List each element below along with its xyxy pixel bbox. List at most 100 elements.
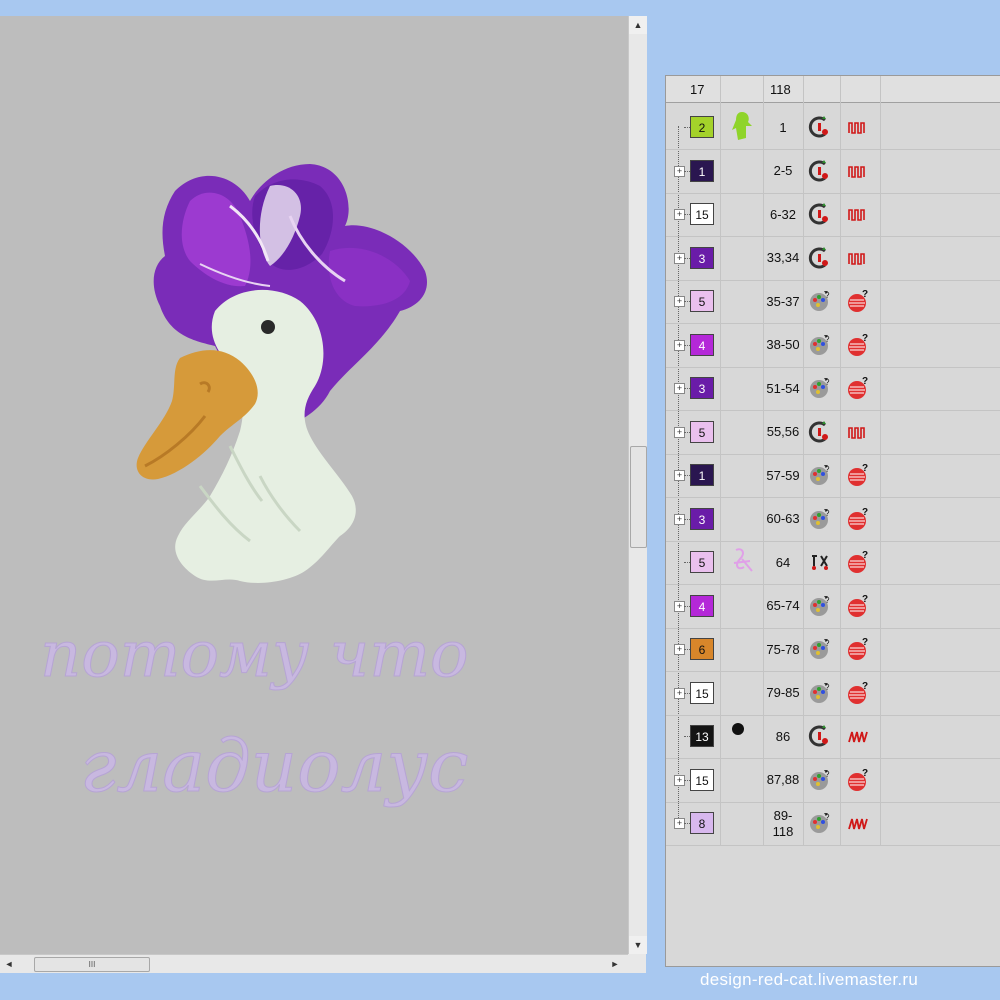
fill-palette-icon[interactable]: ?	[808, 637, 832, 661]
object-list-panel[interactable]: 17 118 2 1 +1 2-5 +15 6-32 +3 33,34 +5 35-37?? +4 3…	[665, 75, 1000, 967]
object-range: 64	[775, 554, 791, 570]
object-row[interactable]: +6 75-78??	[666, 628, 1000, 672]
header-color-count: 17	[690, 82, 705, 97]
satin-ball-icon[interactable]: ?	[846, 681, 870, 705]
outline-stitch-icon[interactable]	[808, 246, 832, 270]
color-swatch[interactable]: 15	[690, 768, 714, 791]
running-stitch-icon[interactable]	[846, 202, 870, 226]
satin-ball-icon[interactable]: ?	[846, 376, 870, 400]
satin-ball-icon[interactable]: ?	[846, 289, 870, 313]
outline-stitch-icon[interactable]	[808, 115, 832, 139]
object-range: 60-63	[766, 511, 800, 526]
zigzag-stitch-icon[interactable]	[846, 724, 870, 748]
scroll-corner	[628, 954, 646, 972]
color-swatch[interactable]: 15	[690, 203, 714, 225]
outline-stitch-icon[interactable]	[808, 159, 832, 183]
svg-text:?: ?	[825, 378, 830, 387]
scroll-right-button[interactable]: ►	[606, 955, 624, 973]
object-row[interactable]: +3 51-54??	[666, 367, 1000, 411]
object-row[interactable]: +4 65-74??	[666, 585, 1000, 629]
svg-text:?: ?	[862, 507, 868, 518]
embroidered-text: потому что гладиолус	[40, 618, 470, 809]
object-row[interactable]: 13 86	[666, 715, 1000, 759]
color-swatch[interactable]: 5	[690, 420, 714, 443]
object-row[interactable]: +5 55,56	[666, 411, 1000, 455]
object-row[interactable]: 21	[666, 106, 1000, 150]
color-swatch[interactable]: 1	[690, 464, 714, 486]
object-row[interactable]: +3 33,34	[666, 237, 1000, 281]
vertical-scrollbar[interactable]: ▲ ▼	[628, 16, 647, 954]
zigzag-stitch-icon[interactable]	[846, 811, 870, 835]
fill-palette-icon[interactable]: ?	[808, 376, 832, 400]
object-range: 6-32	[769, 206, 797, 222]
object-row[interactable]: +1 2-5	[666, 150, 1000, 194]
fill-palette-icon[interactable]: ?	[808, 463, 832, 487]
scroll-up-button[interactable]: ▲	[629, 16, 647, 34]
color-swatch[interactable]: 4	[690, 333, 714, 356]
svg-text:?: ?	[825, 596, 830, 605]
color-swatch[interactable]: 13	[690, 725, 714, 747]
object-row[interactable]: +4 38-50??	[666, 324, 1000, 368]
scroll-left-button[interactable]: ◄	[0, 955, 18, 973]
outline-stitch-icon[interactable]	[808, 202, 832, 226]
satin-ball-icon[interactable]: ?	[846, 768, 870, 792]
svg-text:?: ?	[862, 637, 868, 648]
satin-ball-icon[interactable]: ?	[846, 550, 870, 574]
fill-palette-icon[interactable]: ?	[808, 594, 832, 618]
object-row[interactable]: +5 35-37??	[666, 280, 1000, 324]
fill-palette-icon[interactable]: ?	[808, 768, 832, 792]
svg-text:?: ?	[825, 770, 830, 779]
horizontal-scroll-thumb[interactable]: III	[34, 957, 150, 972]
satin-ball-icon[interactable]: ?	[846, 637, 870, 661]
object-row[interactable]: +3 60-63??	[666, 498, 1000, 542]
color-swatch[interactable]: 1	[690, 159, 714, 182]
svg-text:?: ?	[825, 813, 830, 822]
color-swatch[interactable]: 3	[690, 507, 714, 530]
design-canvas[interactable]: потому что гладиолус	[0, 16, 628, 970]
satin-ball-icon[interactable]: ?	[846, 333, 870, 357]
object-row[interactable]: +1 57-59??	[666, 454, 1000, 498]
satin-ball-icon[interactable]: ?	[846, 594, 870, 618]
fill-palette-icon[interactable]: ?	[808, 811, 832, 835]
outline-stitch-icon[interactable]	[808, 420, 832, 444]
vertical-scroll-thumb[interactable]	[630, 446, 647, 548]
color-swatch[interactable]: 15	[690, 681, 714, 704]
object-range: 51-54	[766, 380, 800, 396]
object-range: 38-50	[766, 337, 800, 352]
fill-palette-icon[interactable]: ?	[808, 681, 832, 705]
color-swatch[interactable]: 3	[690, 246, 714, 269]
object-row[interactable]: +15 79-85??	[666, 672, 1000, 716]
object-row[interactable]: 5 64?	[666, 541, 1000, 585]
outline-stitch-icon[interactable]	[808, 724, 832, 748]
color-swatch[interactable]: 8	[690, 812, 714, 834]
embroidery-design: потому что гладиолус	[40, 164, 470, 809]
fill-palette-icon[interactable]: ?	[808, 333, 832, 357]
running-stitch-icon[interactable]	[846, 420, 870, 444]
fill-palette-icon[interactable]: ?	[808, 507, 832, 531]
lettering-icon[interactable]	[808, 550, 832, 574]
object-row[interactable]: +8 89- 118?	[666, 802, 1000, 846]
svg-text:?: ?	[862, 594, 868, 605]
object-range: 2-5	[773, 163, 793, 178]
satin-ball-icon[interactable]: ?	[846, 463, 870, 487]
horizontal-scrollbar[interactable]: ◄ III ►	[0, 954, 646, 973]
object-range: 57-59	[766, 467, 800, 483]
svg-text:?: ?	[862, 463, 868, 474]
color-swatch[interactable]: 4	[690, 594, 714, 617]
object-row[interactable]: +15 87,88??	[666, 759, 1000, 803]
color-swatch[interactable]: 5	[690, 290, 714, 312]
object-row[interactable]: +15 6-32	[666, 193, 1000, 237]
color-swatch[interactable]: 6	[690, 638, 714, 660]
fill-palette-icon[interactable]: ?	[808, 289, 832, 313]
running-stitch-icon[interactable]	[846, 246, 870, 270]
running-stitch-icon[interactable]	[846, 159, 870, 183]
color-swatch[interactable]: 2	[690, 116, 714, 138]
panel-header: 17 118	[666, 76, 1000, 103]
running-stitch-icon[interactable]	[846, 115, 870, 139]
color-swatch[interactable]: 3	[690, 377, 714, 399]
satin-ball-icon[interactable]: ?	[846, 507, 870, 531]
scroll-down-button[interactable]: ▼	[629, 936, 647, 954]
color-swatch[interactable]: 5	[690, 551, 714, 573]
object-range: 89- 118	[772, 807, 794, 839]
shape-preview-black-icon	[728, 719, 748, 744]
